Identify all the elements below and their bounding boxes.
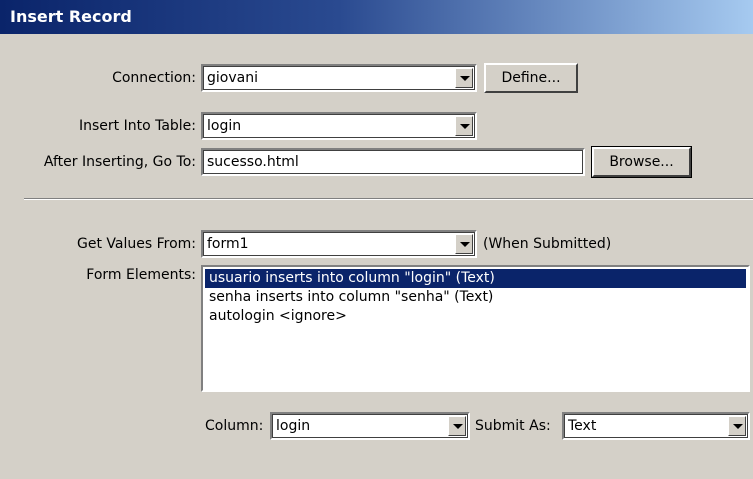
table-label: Insert Into Table: [78, 118, 196, 134]
form-elements-label: Form Elements: [86, 267, 196, 283]
chevron-down-icon[interactable] [455, 68, 473, 88]
get-values-value: form1 [207, 236, 249, 252]
separator [24, 198, 753, 200]
list-item[interactable]: autologin <ignore> [205, 307, 746, 326]
table-value: login [207, 118, 242, 134]
browse-button[interactable]: Browse... [591, 146, 692, 178]
after-insert-label: After Inserting, Go To: [43, 154, 196, 170]
connection-label: Connection: [112, 70, 196, 86]
after-insert-input[interactable]: sucesso.html [201, 148, 585, 176]
chevron-down-icon[interactable] [728, 416, 746, 436]
list-item[interactable]: senha inserts into column "senha" (Text) [205, 288, 746, 307]
get-values-select[interactable]: form1 [201, 230, 477, 258]
submit-as-select[interactable]: Text [562, 412, 750, 440]
get-values-label: Get Values From: [77, 236, 196, 252]
chevron-down-icon[interactable] [455, 116, 473, 136]
connection-value: giovani [207, 70, 258, 86]
submit-as-value: Text [568, 418, 597, 434]
window-title: Insert Record [10, 7, 132, 26]
table-select[interactable]: login [201, 112, 477, 140]
column-label: Column: [205, 418, 264, 434]
define-button[interactable]: Define... [484, 63, 578, 93]
column-value: login [276, 418, 311, 434]
title-bar: Insert Record [0, 0, 753, 34]
column-select[interactable]: login [270, 412, 470, 440]
list-item[interactable]: usuario inserts into column "login" (Tex… [205, 269, 746, 288]
chevron-down-icon[interactable] [448, 416, 466, 436]
connection-select[interactable]: giovani [201, 64, 477, 92]
when-submitted-note: (When Submitted) [483, 236, 612, 252]
chevron-down-icon[interactable] [455, 234, 473, 254]
submit-as-label: Submit As: [475, 418, 551, 434]
after-insert-value: sucesso.html [207, 154, 299, 170]
form-elements-list[interactable]: usuario inserts into column "login" (Tex… [201, 265, 750, 392]
